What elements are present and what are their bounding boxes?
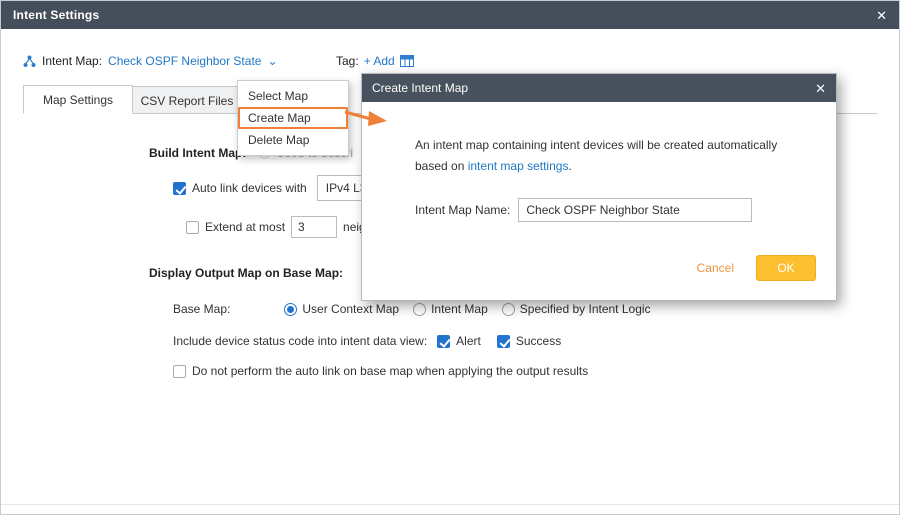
- intent-map-name-row: Intent Map Name:: [415, 198, 752, 222]
- intent-map-selector: Intent Map: Check OSPF Neighbor State ⌄: [23, 54, 278, 68]
- menu-item-select-map[interactable]: Select Map: [238, 85, 348, 107]
- close-icon[interactable]: ✕: [876, 9, 887, 22]
- auto-link-checkbox[interactable]: [173, 182, 186, 195]
- radio-intent-map[interactable]: [413, 303, 426, 316]
- extend-checkbox[interactable]: [186, 221, 199, 234]
- include-status-row: Include device status code into intent d…: [173, 334, 561, 348]
- base-map-row: Base Map: User Context Map Intent Map Sp…: [173, 302, 651, 316]
- radio-user-context-map-label: User Context Map: [302, 302, 399, 316]
- tag-table-icon[interactable]: [400, 55, 414, 67]
- intent-map-icon: [23, 55, 36, 68]
- tab-map-settings[interactable]: Map Settings: [23, 85, 133, 114]
- modal-body-line2-suffix: .: [568, 159, 571, 173]
- no-auto-link-label: Do not perform the auto link on base map…: [192, 364, 588, 378]
- radio-user-context-map[interactable]: [284, 303, 297, 316]
- modal-actions: Cancel OK: [697, 255, 816, 281]
- extend-label: Extend at most: [205, 220, 285, 234]
- alert-label: Alert: [456, 334, 481, 348]
- window-titlebar: Intent Settings ✕: [1, 1, 899, 29]
- display-output-row: Display Output Map on Base Map:: [149, 266, 343, 280]
- radio-intent-map-label: Intent Map: [431, 302, 488, 316]
- base-map-label: Base Map:: [173, 302, 230, 316]
- modal-body-line1: An intent map containing intent devices …: [415, 138, 777, 152]
- tag-group: Tag: + Add: [336, 54, 414, 68]
- base-map-option-user-context: User Context Map: [284, 302, 399, 316]
- include-status-label: Include device status code into intent d…: [173, 334, 427, 348]
- intent-map-value[interactable]: Check OSPF Neighbor State: [108, 54, 261, 68]
- extend-row: Extend at most neigh: [186, 216, 372, 238]
- annotation-arrow-icon: [343, 104, 389, 135]
- tag-add-link[interactable]: + Add: [364, 54, 395, 68]
- extend-input[interactable]: [291, 216, 337, 238]
- intent-settings-window: Intent Settings ✕ Intent Map: Check OSPF…: [0, 0, 900, 515]
- chevron-down-icon[interactable]: ⌄: [267, 56, 277, 66]
- alert-checkbox[interactable]: [437, 335, 450, 348]
- tab-csv-report-files[interactable]: CSV Report Files: [132, 86, 242, 114]
- intent-map-name-label: Intent Map Name:: [415, 203, 510, 217]
- tag-label: Tag:: [336, 54, 359, 68]
- intent-map-name-input[interactable]: [518, 198, 752, 222]
- footer-divider: [1, 504, 899, 505]
- no-auto-link-row: Do not perform the auto link on base map…: [173, 364, 588, 378]
- radio-specified-by-intent-logic-label: Specified by Intent Logic: [520, 302, 651, 316]
- display-output-label: Display Output Map on Base Map:: [149, 266, 343, 280]
- intent-map-label: Intent Map:: [42, 54, 102, 68]
- map-dropdown-menu: Select Map Create Map Delete Map: [237, 80, 349, 156]
- base-map-option-specified: Specified by Intent Logic: [502, 302, 651, 316]
- create-intent-map-dialog: Create Intent Map ✕ An intent map contai…: [361, 73, 837, 301]
- base-map-option-intent-map: Intent Map: [413, 302, 488, 316]
- success-label: Success: [516, 334, 561, 348]
- modal-titlebar: Create Intent Map ✕: [362, 74, 836, 102]
- success-checkbox[interactable]: [497, 335, 510, 348]
- modal-close-icon[interactable]: ✕: [815, 82, 826, 95]
- menu-item-create-map[interactable]: Create Map: [238, 107, 348, 129]
- cancel-button[interactable]: Cancel: [697, 261, 734, 275]
- auto-link-label: Auto link devices with: [192, 181, 307, 195]
- menu-item-delete-map[interactable]: Delete Map: [238, 129, 348, 151]
- radio-specified-by-intent-logic[interactable]: [502, 303, 515, 316]
- modal-body-line2-prefix: based on: [415, 159, 468, 173]
- window-title: Intent Settings: [13, 8, 99, 22]
- modal-title: Create Intent Map: [372, 81, 468, 95]
- modal-body-line2: based on intent map settings.: [415, 159, 572, 173]
- intent-map-settings-link[interactable]: intent map settings: [468, 159, 569, 173]
- build-intent-map-label: Build Intent Map:: [149, 146, 246, 160]
- ok-button[interactable]: OK: [756, 255, 816, 281]
- modal-body: An intent map containing intent devices …: [362, 102, 836, 301]
- no-auto-link-checkbox[interactable]: [173, 365, 186, 378]
